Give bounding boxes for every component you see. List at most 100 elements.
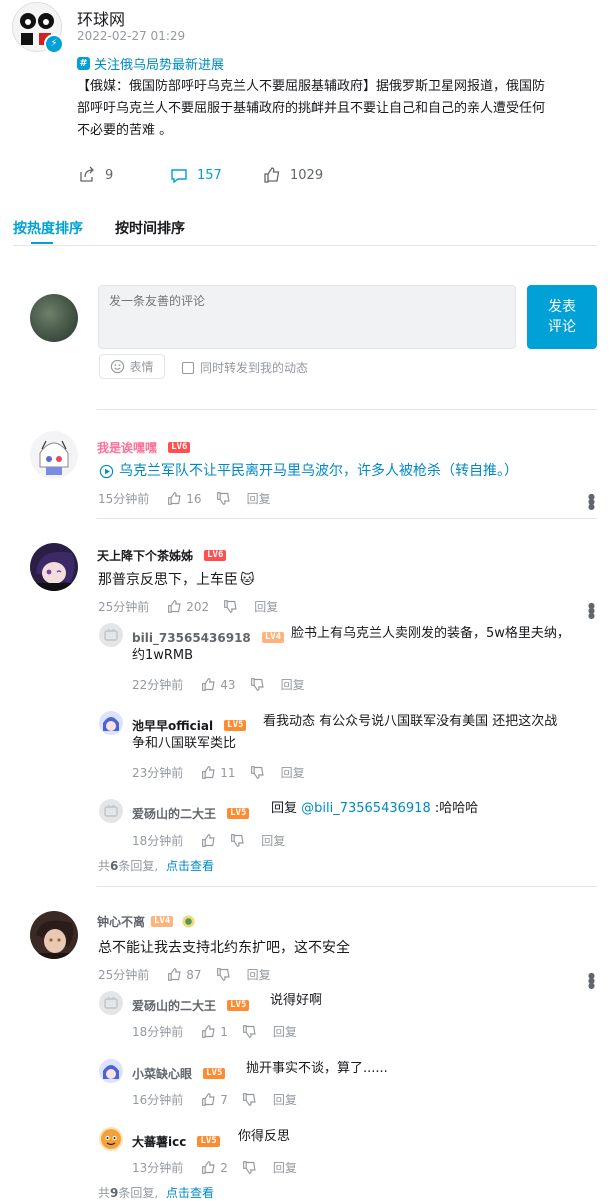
reply-username[interactable]: 大蕃薯icc LV5 (132, 1131, 220, 1150)
like-count: 202 (186, 599, 210, 614)
reply-avatar[interactable] (99, 1127, 123, 1151)
thumb-up-icon[interactable] (167, 599, 182, 614)
verified-badge-icon: ⚡ (44, 34, 64, 54)
emoji-button[interactable]: 表情 (99, 354, 165, 379)
tabs-divider (13, 245, 597, 246)
topic-hash-icon: # (77, 57, 90, 70)
author-name[interactable]: 环球网 (77, 6, 125, 30)
view-more-replies[interactable]: 点击查看 (166, 859, 214, 873)
thumb-up-icon[interactable] (201, 833, 216, 848)
thumb-down-icon[interactable] (250, 677, 265, 692)
thumb-down-icon[interactable] (242, 1160, 257, 1175)
comment-time: 25分钟前 (98, 600, 150, 614)
reply-count-summary: 共6条回复, 点击查看 (98, 859, 215, 873)
reply-meta: 23分钟前 11 回复 (132, 764, 305, 781)
thumb-up-icon[interactable] (201, 1160, 216, 1175)
reply-button[interactable]: 回复 (254, 598, 278, 615)
level-badge: LV5 (224, 720, 247, 731)
reply-button[interactable]: 回复 (281, 676, 305, 693)
post-body-line: 不必要的苦难 。 (77, 123, 173, 138)
view-more-replies[interactable]: 点击查看 (166, 1186, 214, 1200)
post-body-line: 部呼吁乌克兰人不要屈服于基辅政府的挑衅并且不要让自己和自己的亲人遭受任何 (77, 101, 546, 116)
comment-username[interactable]: 我是诶嘿嘿 LV6 (97, 437, 191, 456)
more-options-icon[interactable]: ● ● ● (588, 602, 595, 620)
thumb-up-icon[interactable] (201, 677, 216, 692)
my-avatar[interactable] (30, 294, 78, 342)
reply-text: 说得好啊 (270, 993, 323, 1008)
tab-sort-time[interactable]: 按时间排序 (115, 218, 185, 238)
reply-button[interactable]: 回复 (247, 490, 271, 507)
thumb-up-icon[interactable] (167, 491, 182, 506)
topic-link[interactable]: # 关注俄乌局势最新进展 (77, 54, 224, 73)
more-options-icon[interactable]: ● ● ● (588, 493, 595, 511)
reply-count-summary: 共9条回复, 点击查看 (98, 1186, 215, 1200)
reply-avatar[interactable] (99, 711, 123, 735)
comment-text: 乌克兰军队不让平民离开马里乌波尔，许多人被枪杀（转自推。） (99, 460, 518, 482)
like-count: 16 (186, 491, 202, 506)
like-action[interactable]: 1029 (263, 166, 323, 184)
reply-button[interactable]: 回复 (247, 966, 271, 983)
video-link[interactable]: 乌克兰军队不让平民离开马里乌波尔，许多人被枪杀（转自推。） (119, 460, 518, 482)
thumb-up-icon[interactable] (201, 765, 216, 780)
thumb-down-icon[interactable] (216, 967, 231, 982)
emoji-label: 表情 (129, 360, 154, 374)
thumb-down-icon[interactable] (242, 1092, 257, 1107)
repost-option[interactable]: 同时转发到我的动态 (182, 359, 308, 376)
comment-avatar[interactable] (30, 543, 78, 591)
reply-meta: 16分钟前 7 回复 (132, 1091, 297, 1108)
thumb-down-icon[interactable] (250, 765, 265, 780)
repost-checkbox[interactable] (182, 361, 194, 374)
share-icon (80, 166, 94, 182)
reply-button[interactable]: 回复 (273, 1023, 297, 1040)
submit-comment-button[interactable]: 发表 评论 (527, 285, 597, 349)
thumb-down-icon[interactable] (223, 599, 238, 614)
reply-meta: 22分钟前 43 回复 (132, 676, 305, 693)
reply-avatar[interactable] (99, 623, 123, 647)
tab-active-underline (31, 242, 53, 244)
reply-text: 看我动态 有公众号说八国联军没有美国 还把这次战 (263, 714, 558, 729)
post-body-line: 【俄媒：俄国防部呼吁乌克兰人不要屈服基辅政府】据俄罗斯卫星网报道，俄国防 (77, 79, 546, 94)
reply-text: 抛开事实不谈，算了...... (246, 1061, 388, 1076)
comment-text: 那普京反思下，上车臣 🐱 (98, 572, 255, 588)
comment-action[interactable]: 157 (170, 166, 222, 184)
comment-username[interactable]: 钟心不离 LV4 (97, 913, 196, 930)
reply-avatar[interactable] (99, 799, 123, 823)
more-options-icon[interactable]: ● ● ● (588, 972, 595, 990)
video-play-icon (99, 464, 114, 478)
reply-time: 16分钟前 (132, 1093, 184, 1107)
thumb-up-icon[interactable] (201, 1092, 216, 1107)
reply-username[interactable]: 爱砀山的二大王 LV5 (132, 995, 250, 1014)
comment-input[interactable] (98, 285, 516, 349)
reply-time: 18分钟前 (132, 834, 184, 848)
comment-time: 25分钟前 (98, 968, 150, 982)
reply-time: 18分钟前 (132, 1025, 184, 1039)
reply-username[interactable]: 小菜缺心眼 LV5 (132, 1063, 226, 1082)
tab-sort-hot[interactable]: 按热度排序 (13, 218, 83, 238)
mention-link[interactable]: @bili_73565436918 (301, 801, 431, 816)
thumb-up-icon (264, 167, 280, 183)
comment-time: 15分钟前 (98, 492, 150, 506)
composer-divider (97, 409, 597, 410)
reply-avatar[interactable] (99, 1059, 123, 1083)
share-action[interactable]: 9 (78, 166, 113, 184)
thumb-down-icon[interactable] (216, 491, 231, 506)
reply-meta: 13分钟前 2 回复 (132, 1159, 297, 1176)
thumb-down-icon[interactable] (230, 833, 245, 848)
reply-button[interactable]: 回复 (273, 1159, 297, 1176)
reply-button[interactable]: 回复 (261, 832, 285, 849)
fan-medal-icon (182, 915, 195, 928)
comment-avatar[interactable] (30, 911, 78, 959)
reply-text: 约1wRMB (132, 648, 194, 663)
reply-button[interactable]: 回复 (273, 1091, 297, 1108)
thumb-down-icon[interactable] (242, 1024, 257, 1039)
reply-meta: 18分钟前 1 回复 (132, 1023, 297, 1040)
thumb-up-icon[interactable] (167, 967, 182, 982)
comment-username[interactable]: 天上降下个茶姊姊 LV6 (97, 545, 227, 564)
reply-text: 争和八国联军类比 (132, 736, 237, 751)
thumb-up-icon[interactable] (201, 1024, 216, 1039)
reply-avatar[interactable] (99, 991, 123, 1015)
reply-username[interactable]: 爱砀山的二大王 LV5 (132, 803, 250, 822)
reply-button[interactable]: 回复 (281, 764, 305, 781)
comment-avatar[interactable] (30, 431, 78, 479)
level-badge: LV5 (227, 1000, 250, 1011)
